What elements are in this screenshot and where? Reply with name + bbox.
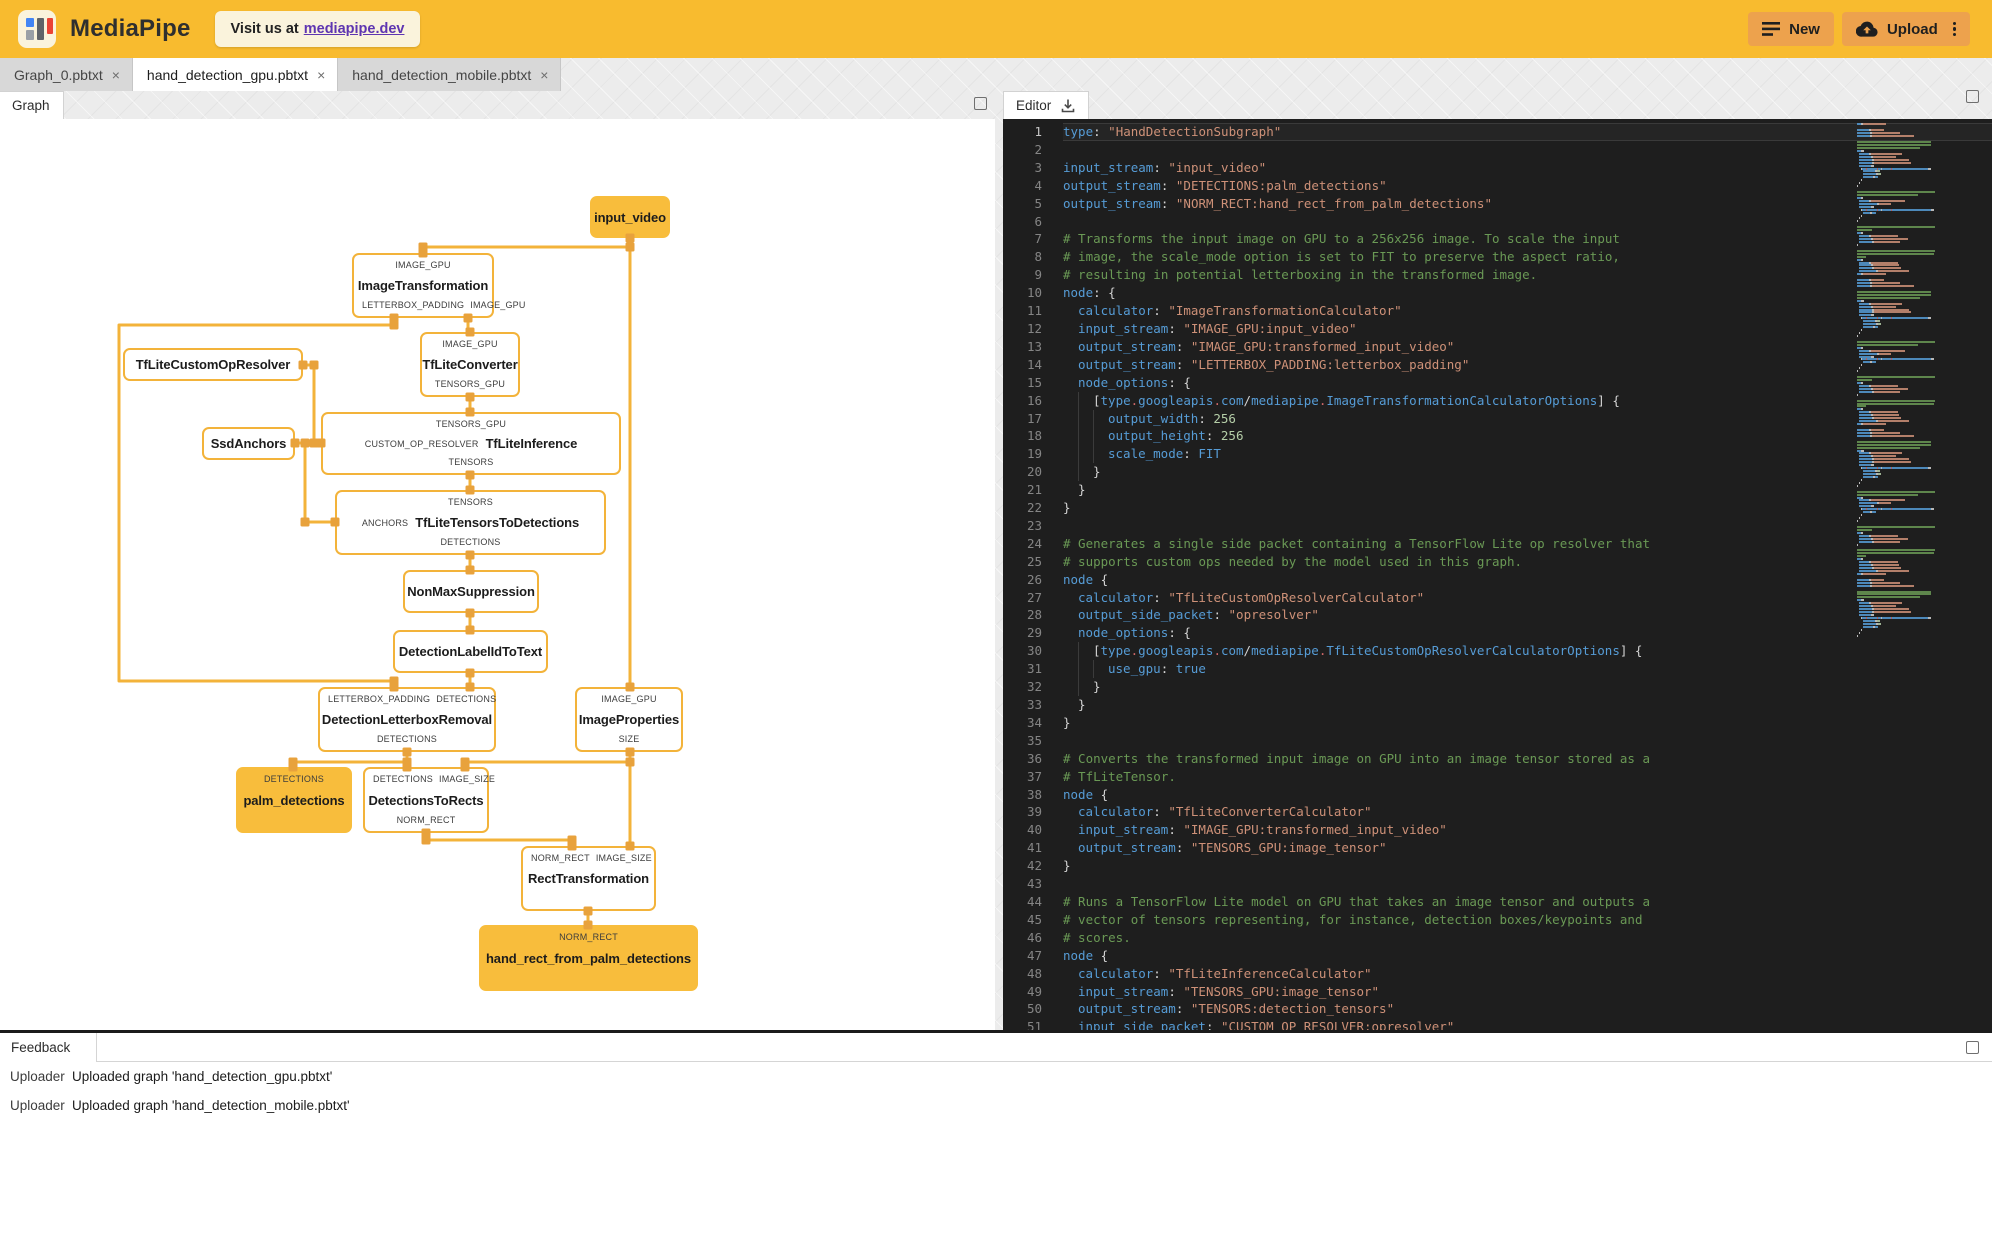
file-tab[interactable]: hand_detection_mobile.pbtxt × [338, 58, 562, 91]
tab-close-icon[interactable]: × [540, 68, 548, 82]
upload-button-label: Upload [1886, 20, 1938, 38]
download-icon[interactable] [1060, 98, 1076, 114]
new-button-label: New [1789, 20, 1820, 38]
feedback-tab-row: Feedback [0, 1033, 1992, 1062]
port-label: NORM_RECT [531, 853, 590, 863]
feedback-message: Uploaded graph 'hand_detection_gpu.pbtxt… [72, 1069, 333, 1084]
feedback-source: Uploader [10, 1069, 65, 1084]
node-label: input_video [594, 209, 666, 225]
graph-node-ImageProperties[interactable]: IMAGE_GPU ImageProperties SIZE [575, 687, 683, 752]
graph-node-TfLiteTensorsToDetections[interactable]: TENSORS ANCHORS TfLiteTensorsToDetections D… [335, 490, 606, 555]
graph-node-TfLiteInference[interactable]: TENSORS_GPU CUSTOM_OP_RESOLVER TfLiteInfer… [321, 412, 621, 475]
node-label: DetectionLabelIdToText [398, 644, 543, 659]
port-label: DETECTIONS [263, 774, 324, 784]
port-label: DETECTIONS [440, 537, 501, 547]
mediapipe-dev-link[interactable]: mediapipe.dev [304, 21, 405, 37]
editor-tab-label: Editor [1016, 98, 1052, 113]
upload-button[interactable]: Upload [1841, 12, 1970, 46]
file-tab-strip: Graph_0.pbtxt × hand_detection_gpu.pbtxt × h… [0, 58, 1992, 91]
tab-close-icon[interactable]: × [112, 68, 120, 82]
graph-node-NonMaxSuppression[interactable]: NonMaxSuppression [403, 570, 539, 613]
code-editor[interactable]: 1 2 3 4 5 6 7 8 9 10 11 12 13 14 15 16 17 18 19 20 21 22 23 24 2… [1003, 119, 1992, 1030]
brand-title: MediaPipe [70, 15, 191, 42]
port-label: DETECTIONS [376, 734, 437, 744]
list-icon [1762, 22, 1781, 36]
graph-node-DetectionLabelIdToText[interactable]: DetectionLabelIdToText [393, 630, 548, 673]
port-label: NORM_RECT [559, 932, 618, 942]
port-label: DETECTIONS [436, 694, 497, 704]
maximize-feedback-icon[interactable] [1966, 1041, 1979, 1054]
node-label: DetectionsToRects [368, 792, 484, 808]
graph-node-hand_rect_from_palm_detections[interactable]: NORM_RECT hand_rect_from_palm_detections [479, 925, 698, 991]
visit-prefix: Visit us at [230, 21, 299, 37]
port-label: TENSORS_GPU [434, 379, 506, 389]
graph-node-RectTransformation[interactable]: NORM_RECT IMAGE_SIZE RectTransformation [521, 846, 656, 911]
port-label: IMAGE_SIZE [439, 774, 496, 784]
port-label: IMAGE_GPU [601, 694, 657, 704]
port-label: SIZE [618, 734, 640, 744]
tab-feedback[interactable]: Feedback [0, 1033, 98, 1062]
feedback-panel: Feedback Uploader Uploaded graph 'hand_de… [0, 1033, 1992, 1242]
minimap[interactable] [1857, 123, 1949, 640]
feedback-tab-label: Feedback [11, 1040, 71, 1055]
port-label: CUSTOM_OP_RESOLVER [364, 438, 479, 449]
node-label: ImageProperties [578, 712, 680, 727]
port-label: IMAGE_SIZE [595, 853, 652, 863]
node-label: SsdAnchors [210, 436, 287, 451]
graph-node-palm_detections[interactable]: DETECTIONS palm_detections [236, 767, 352, 833]
port-label: IMAGE_GPU [442, 339, 498, 349]
node-label: NonMaxSuppression [407, 584, 535, 599]
app-header: MediaPipe Visit us at mediapipe.dev New … [0, 0, 1992, 58]
feedback-row: Uploader Uploaded graph 'hand_detection_m… [0, 1091, 1992, 1120]
tab-graph[interactable]: Graph [0, 91, 64, 119]
cloud-upload-icon [1855, 21, 1878, 37]
node-label: TfLiteCustomOpResolver [135, 357, 291, 372]
graph-node-TfLiteConverter[interactable]: IMAGE_GPU TfLiteConverter TENSORS_GPU [420, 332, 520, 397]
port-label: DETECTIONS [373, 774, 434, 784]
maximize-graph-icon[interactable] [974, 97, 987, 110]
mediapipe-logo-icon [18, 10, 56, 48]
file-tab[interactable]: Graph_0.pbtxt × [0, 58, 133, 91]
line-numbers: 1 2 3 4 5 6 7 8 9 10 11 12 13 14 15 16 17 18 19 20 21 22 23 24 2… [1026, 124, 1042, 1030]
file-tab-label: hand_detection_gpu.pbtxt [146, 66, 309, 83]
graph-node-DetectionLetterboxRemoval[interactable]: LETTERBOX_PADDING DETECTIONS DetectionLett… [318, 687, 496, 752]
graph-node-TfLiteCustomOpResolver[interactable]: TfLiteCustomOpResolver [123, 348, 303, 381]
feedback-message: Uploaded graph 'hand_detection_mobile.pb… [72, 1098, 350, 1113]
port-label: LETTERBOX_PADDING [328, 694, 431, 704]
graph-canvas[interactable]: input_video IMAGE_GPU ImageTransformation L… [0, 119, 995, 1030]
port-label: LETTERBOX_PADDING [362, 300, 465, 310]
node-label: TfLiteTensorsToDetections [415, 515, 580, 530]
port-label: ANCHORS [361, 517, 409, 528]
file-tab[interactable]: hand_detection_gpu.pbtxt × [132, 58, 339, 91]
port-label: TENSORS [448, 457, 494, 467]
node-label: DetectionLetterboxRemoval [321, 712, 493, 727]
tab-editor[interactable]: Editor [1003, 91, 1090, 119]
maximize-editor-icon[interactable] [1966, 90, 1979, 103]
more-options-icon[interactable] [1952, 21, 1956, 37]
graph-node-ImageTransformation[interactable]: IMAGE_GPU ImageTransformation LETTERBOX_PA… [352, 253, 525, 318]
graph-node-input_video[interactable]: input_video [590, 196, 670, 238]
node-label: palm_detections [243, 792, 345, 808]
feedback-source: Uploader [10, 1098, 65, 1113]
node-label: ImageTransformation [357, 278, 489, 293]
feedback-row: Uploader Uploaded graph 'hand_detection_g… [0, 1062, 1992, 1091]
node-label: TfLiteConverter [422, 357, 518, 372]
port-label: TENSORS_GPU [435, 419, 507, 429]
graph-node-DetectionsToRects[interactable]: DETECTIONS IMAGE_SIZE DetectionsToRects NOR… [363, 767, 495, 833]
new-button[interactable]: New [1748, 12, 1834, 46]
file-tab-label: hand_detection_mobile.pbtxt [352, 66, 532, 83]
visit-pill: Visit us at mediapipe.dev [214, 11, 421, 47]
graph-tab-label: Graph [12, 98, 50, 113]
file-tab-label: Graph_0.pbtxt [14, 66, 103, 83]
port-label: TENSORS [448, 497, 493, 507]
graph-node-SsdAnchors[interactable]: SsdAnchors [202, 427, 295, 460]
node-label: RectTransformation [528, 871, 650, 886]
port-label: IMAGE_GPU [470, 300, 526, 310]
node-label: hand_rect_from_palm_detections [485, 950, 692, 966]
tab-close-icon[interactable]: × [317, 68, 325, 82]
port-label: NORM_RECT [396, 815, 456, 825]
code-area[interactable]: type: "HandDetectionSubgraph" input_strea… [1063, 123, 1992, 1030]
port-label: IMAGE_GPU [395, 260, 451, 270]
node-label: TfLiteInference [485, 436, 578, 451]
